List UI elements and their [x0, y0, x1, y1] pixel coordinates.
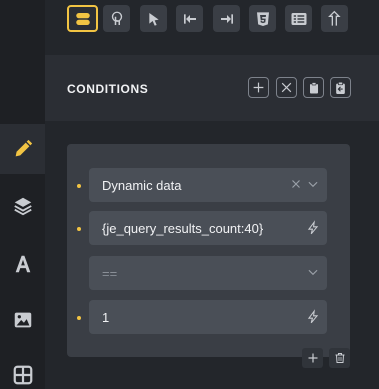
pointer-icon — [148, 12, 159, 26]
row-indicator — [77, 316, 81, 320]
chevron-down-icon[interactable] — [306, 177, 320, 191]
trash-icon — [335, 353, 344, 363]
add-icon — [253, 82, 264, 93]
delete-row-button[interactable] — [329, 348, 350, 368]
sidebar-item-style[interactable] — [0, 124, 45, 174]
paste-icon — [336, 81, 345, 94]
touch-icon — [111, 11, 122, 25]
step-forward-button[interactable] — [213, 5, 240, 32]
close-icon — [281, 82, 292, 93]
section-title: CONDITIONS — [67, 82, 149, 96]
sidebar-item-typography[interactable] — [0, 239, 45, 289]
step-forward-icon — [220, 13, 233, 24]
css-icon — [256, 11, 269, 26]
image-icon — [14, 312, 31, 328]
dynamic-data-icon[interactable] — [306, 220, 320, 236]
operator-select[interactable]: == — [89, 256, 327, 290]
pointer-button[interactable] — [140, 5, 167, 32]
list-icon — [291, 12, 306, 25]
upload-icon — [327, 10, 341, 26]
step-back-button[interactable] — [176, 5, 203, 32]
toolbar — [45, 0, 379, 38]
sidebar — [0, 0, 45, 389]
operator-value: == — [102, 266, 118, 281]
list-button[interactable] — [285, 5, 312, 32]
grid-icon — [13, 365, 32, 385]
add-icon — [308, 353, 317, 363]
add-row-button[interactable] — [302, 348, 323, 368]
row-indicator — [77, 184, 81, 188]
touch-button[interactable] — [103, 5, 130, 32]
copy-button[interactable] — [303, 77, 324, 98]
remove-condition-button[interactable] — [276, 77, 297, 98]
step-back-icon — [183, 13, 196, 24]
upload-button[interactable] — [321, 5, 348, 32]
add-condition-button[interactable] — [248, 77, 269, 98]
clear-icon[interactable] — [289, 177, 303, 191]
sidebar-item-image[interactable] — [0, 295, 45, 345]
sidebar-item-layers[interactable] — [0, 181, 45, 231]
toggle-icon — [75, 12, 90, 25]
clipboard-icon — [309, 81, 318, 93]
dynamic-value-input[interactable]: {je_query_results_count:40} — [89, 211, 327, 245]
toggle-button[interactable] — [67, 5, 98, 32]
data-source-select[interactable]: Dynamic data — [89, 168, 327, 202]
dynamic-data-icon[interactable] — [306, 309, 320, 325]
conditions-header: CONDITIONS — [45, 55, 379, 121]
layers-icon — [13, 197, 32, 216]
compare-value-text: 1 — [102, 310, 110, 325]
chevron-down-icon[interactable] — [306, 265, 320, 279]
data-source-value: Dynamic data — [102, 178, 182, 193]
pencil-icon — [15, 139, 32, 157]
row-indicator — [77, 227, 81, 231]
css-button[interactable] — [249, 5, 276, 32]
typography-icon — [15, 255, 30, 273]
compare-value-input[interactable]: 1 — [89, 300, 327, 334]
dynamic-value-text: {je_query_results_count:40} — [102, 221, 264, 236]
sidebar-item-grid[interactable] — [0, 350, 45, 389]
paste-button[interactable] — [330, 77, 351, 98]
